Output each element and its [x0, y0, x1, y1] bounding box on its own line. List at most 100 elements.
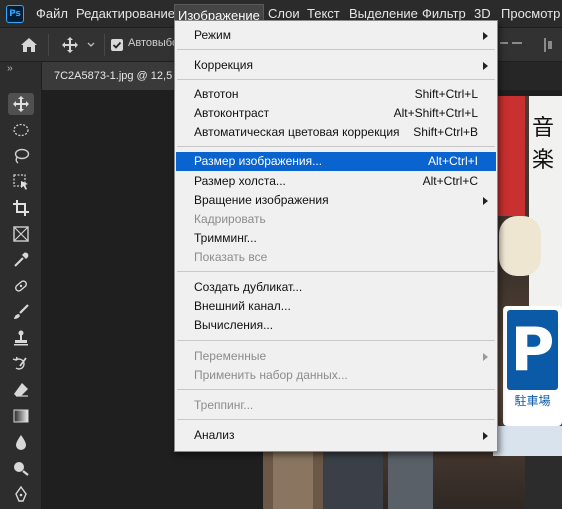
menu-edit[interactable]: Редактирование — [76, 0, 175, 28]
menu-view[interactable]: Просмотр — [501, 0, 560, 28]
menu-item-label: Вычисления... — [194, 318, 274, 332]
menu-item-auto-tone[interactable]: Автотон Shift+Ctrl+L — [176, 85, 496, 104]
shortcut-label: Alt+Ctrl+I — [427, 154, 478, 168]
photoshop-logo: Ps — [6, 5, 24, 23]
menu-item-auto-contrast[interactable]: Автоконтраст Alt+Shift+Ctrl+L — [176, 104, 496, 123]
menu-item-duplicate[interactable]: Создать дубликат... — [176, 278, 496, 297]
brush-tool[interactable] — [8, 301, 34, 323]
history-brush-tool[interactable] — [8, 353, 34, 375]
checkmark-icon — [112, 41, 122, 49]
document-tab[interactable]: 7C2A5873-1.jpg @ 12,5 — [42, 62, 174, 90]
move-tool-preset-picker[interactable] — [60, 35, 98, 55]
menu-separator — [177, 419, 495, 420]
object-selection-icon — [13, 174, 28, 190]
pen-tool[interactable] — [8, 483, 34, 505]
menu-item-label: Автоматическая цветовая коррекция — [194, 125, 400, 139]
photo-red-banner — [495, 96, 525, 216]
photo-parking-p: P — [507, 310, 558, 390]
menu-separator — [177, 79, 495, 80]
menu-item-label: Автотон — [194, 87, 239, 101]
menu-file[interactable]: Файл — [36, 0, 68, 28]
menu-item-label: Тримминг... — [194, 231, 257, 245]
crop-icon — [13, 200, 29, 216]
clone-stamp-tool[interactable] — [8, 327, 34, 349]
blur-drop-icon — [16, 435, 26, 450]
align-icon[interactable] — [500, 38, 560, 52]
shortcut-label: Shift+Ctrl+L — [414, 87, 478, 101]
autoselect-checkbox[interactable] — [111, 39, 123, 51]
healing-brush-icon — [15, 280, 27, 292]
menu-item-label: Показать все — [194, 250, 268, 264]
dodge-tool[interactable] — [8, 457, 34, 479]
menu-item-adjustments[interactable]: Коррекция — [176, 56, 496, 75]
menu-item-canvas-size[interactable]: Размер холста... Alt+Ctrl+C — [176, 172, 496, 191]
menu-item-label: Вращение изображения — [194, 193, 329, 207]
align-icons-group — [500, 38, 560, 52]
menu-item-reveal-all[interactable]: Показать все — [176, 248, 496, 267]
menu-item-image-size[interactable]: Размер изображения... Alt+Ctrl+I — [176, 152, 496, 171]
menu-separator — [177, 389, 495, 390]
submenu-arrow-icon — [483, 197, 488, 205]
menu-item-label: Анализ — [194, 428, 235, 442]
lasso-tool[interactable] — [8, 145, 34, 167]
photo-sign-kanji-2: 楽 — [532, 148, 555, 173]
home-icon — [21, 38, 37, 52]
divider — [48, 34, 49, 56]
divider — [104, 34, 105, 56]
eraser-icon — [14, 383, 28, 397]
brush-icon — [14, 304, 29, 319]
photo-sign-kanji-1: 音 — [532, 116, 555, 141]
menu-item-variables[interactable]: Переменные — [176, 347, 496, 366]
menu-item-label: Переменные — [194, 349, 267, 363]
home-button[interactable] — [18, 35, 40, 55]
frame-icon — [13, 226, 29, 242]
photo-dark-sign — [525, 456, 562, 509]
move-tool[interactable] — [8, 93, 34, 115]
object-selection-tool[interactable] — [8, 171, 34, 193]
frame-tool[interactable] — [8, 223, 34, 245]
marquee-tool[interactable] — [8, 119, 34, 141]
clone-stamp-icon — [14, 330, 28, 346]
menu-item-label: Кадрировать — [194, 212, 266, 226]
photo-small-signs — [493, 426, 562, 456]
menu-item-label: Размер изображения... — [194, 154, 323, 168]
menu-separator — [177, 340, 495, 341]
menu-item-trim[interactable]: Тримминг... — [176, 229, 496, 248]
menu-item-label: Размер холста... — [194, 174, 286, 188]
eyedropper-icon — [14, 252, 29, 267]
menu-item-analysis[interactable]: Анализ — [176, 426, 496, 445]
gradient-icon — [13, 409, 29, 423]
history-brush-icon — [12, 356, 27, 370]
menu-item-label: Создать дубликат... — [194, 280, 303, 294]
menu-item-apply-data-set[interactable]: Применить набор данных... — [176, 366, 496, 385]
shortcut-label: Alt+Shift+Ctrl+L — [393, 106, 478, 120]
menu-item-label: Применить набор данных... — [194, 368, 348, 382]
pen-icon — [15, 485, 27, 502]
menu-item-image-rotation[interactable]: Вращение изображения — [176, 191, 496, 210]
submenu-arrow-icon — [483, 62, 488, 70]
menu-item-label: Автоконтраст — [194, 106, 270, 120]
menu-item-calculations[interactable]: Вычисления... — [176, 316, 496, 335]
submenu-arrow-icon — [483, 32, 488, 40]
eraser-tool[interactable] — [8, 379, 34, 401]
menu-item-label: Режим — [194, 28, 231, 42]
shortcut-label: Shift+Ctrl+B — [413, 125, 478, 139]
menu-item-label: Треппинг... — [194, 398, 254, 412]
shortcut-label: Alt+Ctrl+C — [422, 174, 478, 188]
menu-item-crop[interactable]: Кадрировать — [176, 210, 496, 229]
crop-tool[interactable] — [8, 197, 34, 219]
elliptical-marquee-icon — [13, 123, 29, 137]
dodge-icon — [14, 462, 29, 476]
lasso-icon — [14, 148, 30, 164]
menu-item-apply-image[interactable]: Внешний канал... — [176, 297, 496, 316]
gradient-tool[interactable] — [8, 405, 34, 427]
photo-parking-label: 駐車場 — [514, 394, 551, 408]
menu-item-trap[interactable]: Треппинг... — [176, 396, 496, 415]
eyedropper-tool[interactable] — [8, 249, 34, 271]
menu-item-mode[interactable]: Режим — [176, 26, 496, 45]
menu-item-auto-color[interactable]: Автоматическая цветовая коррекция Shift+… — [176, 123, 496, 142]
blur-tool[interactable] — [8, 431, 34, 453]
healing-brush-tool[interactable] — [8, 275, 34, 297]
image-menu-dropdown: Режим Коррекция Автотон Shift+Ctrl+L Авт… — [174, 20, 498, 452]
collapse-panel-button[interactable]: ›› — [7, 63, 13, 74]
